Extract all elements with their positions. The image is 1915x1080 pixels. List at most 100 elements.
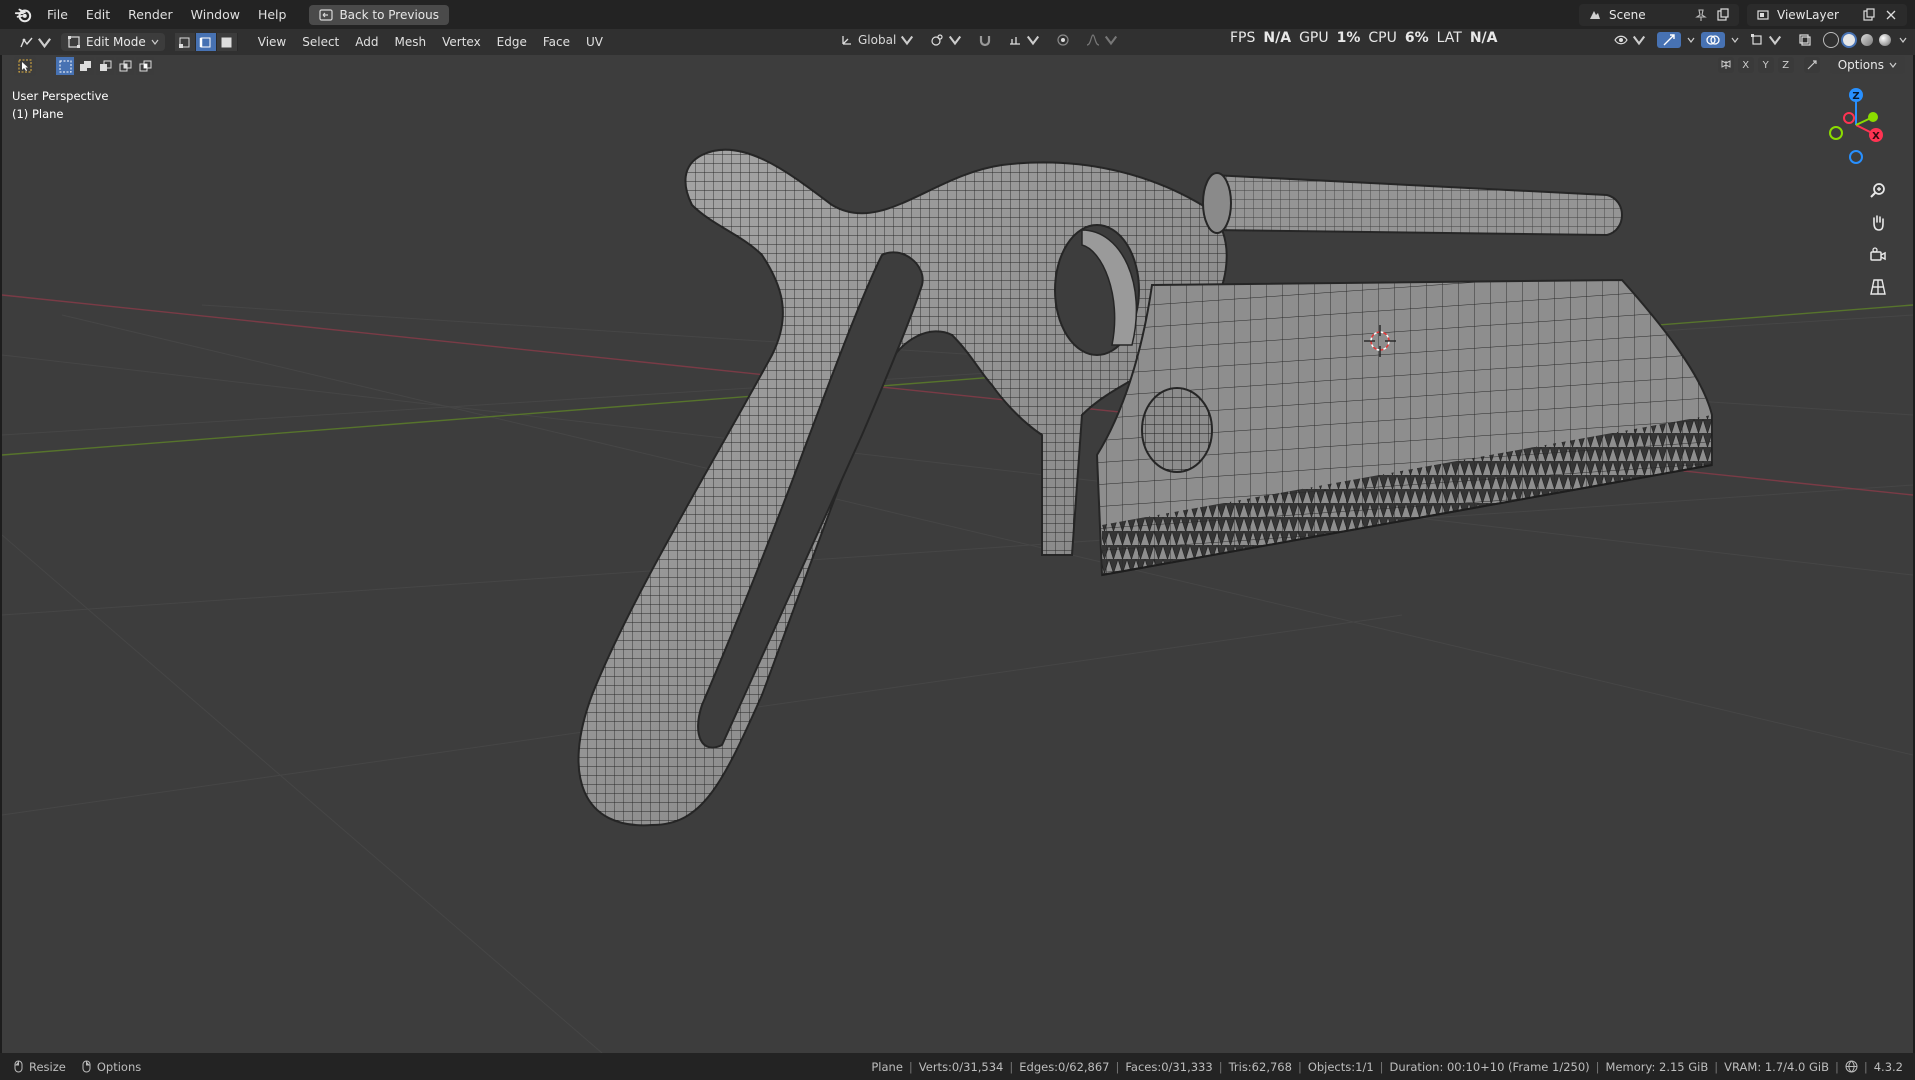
wireframe-shading-button[interactable] xyxy=(1823,32,1839,48)
zoom-button[interactable] xyxy=(1865,179,1891,203)
menu-file[interactable]: File xyxy=(38,4,77,25)
mirror-y-toggle[interactable]: Y xyxy=(1757,57,1774,73)
viewlayer-name[interactable]: ViewLayer xyxy=(1777,8,1855,22)
editor-type-icon xyxy=(20,37,33,47)
stat-tris: Tris:62,768 xyxy=(1228,1059,1292,1074)
pan-button[interactable] xyxy=(1865,211,1891,235)
gizmo-dropdown-chevron-icon[interactable] xyxy=(1687,36,1695,44)
lat-value: N/A xyxy=(1469,30,1498,46)
menu-edge[interactable]: Edge xyxy=(489,32,535,52)
overlays-dropdown-chevron-icon[interactable] xyxy=(1731,36,1739,44)
3d-viewport[interactable]: User Perspective (1) Plane Z X xyxy=(2,55,1913,1053)
options-hint-label: Options xyxy=(96,1059,142,1074)
pivot-dropdown[interactable] xyxy=(925,32,967,48)
menu-window[interactable]: Window xyxy=(182,4,249,25)
cpu-value: 6% xyxy=(1404,30,1429,46)
top-bar: File Edit Render Window Help Back to Pre… xyxy=(0,0,1915,29)
menu-face[interactable]: Face xyxy=(535,32,578,52)
scene-name[interactable]: Scene xyxy=(1609,8,1687,22)
chevron-down-icon xyxy=(1889,62,1897,68)
viewport-info: User Perspective (1) Plane xyxy=(12,87,108,123)
overlays-circles-icon xyxy=(1706,35,1720,45)
scene-selector[interactable]: Scene xyxy=(1579,4,1739,26)
gizmo-z-label: Z xyxy=(1852,91,1859,102)
falloff-curve-icon xyxy=(1087,34,1100,46)
tool-settings-row: X Y Z Options xyxy=(0,55,1915,77)
navigation-gizmo[interactable]: Z X xyxy=(1821,85,1891,165)
camera-view-button[interactable] xyxy=(1865,243,1891,267)
vertex-select-button[interactable] xyxy=(174,33,196,51)
menu-render[interactable]: Render xyxy=(119,4,182,25)
snap-increment-icon xyxy=(1010,37,1021,45)
stat-memory: Memory: 2.15 GiB xyxy=(1605,1059,1709,1074)
chevron-down-icon xyxy=(1632,35,1646,46)
menu-edit[interactable]: Edit xyxy=(77,4,119,25)
mirror-butterfly-icon xyxy=(1721,60,1731,69)
edge-select-button[interactable] xyxy=(195,33,217,51)
perspective-label: User Perspective xyxy=(12,89,109,103)
menu-add[interactable]: Add xyxy=(347,32,386,52)
face-select-icon xyxy=(221,37,232,47)
falloff-dropdown[interactable] xyxy=(1081,32,1123,48)
rendered-shading-button[interactable] xyxy=(1877,32,1893,48)
new-viewlayer-icon[interactable] xyxy=(1861,7,1877,23)
subtract-selection-button[interactable] xyxy=(96,57,114,75)
xray-toggle[interactable] xyxy=(1793,32,1817,48)
overlays-toggle[interactable] xyxy=(1701,32,1725,48)
snap-toggle[interactable] xyxy=(973,32,997,48)
pin-icon[interactable] xyxy=(1693,7,1709,23)
blender-logo-icon[interactable] xyxy=(14,6,32,24)
proportional-edit-toggle[interactable] xyxy=(1051,32,1075,48)
mesh-edit-overlay-dropdown[interactable] xyxy=(1745,32,1787,48)
face-select-button[interactable] xyxy=(216,33,238,51)
menu-view[interactable]: View xyxy=(250,32,294,52)
visibility-dropdown[interactable] xyxy=(1609,32,1651,48)
menu-select[interactable]: Select xyxy=(294,32,347,52)
material-shading-button[interactable] xyxy=(1859,32,1875,48)
menu-vertex[interactable]: Vertex xyxy=(434,32,489,52)
blender-window: File Edit Render Window Help Back to Pre… xyxy=(0,0,1915,1080)
gpu-label: GPU xyxy=(1299,30,1329,46)
solid-shading-button[interactable] xyxy=(1841,32,1857,48)
shading-dropdown-chevron-icon[interactable] xyxy=(1899,36,1907,44)
editor-type-button[interactable] xyxy=(14,33,57,52)
viewlayer-selector[interactable]: ViewLayer xyxy=(1747,4,1907,26)
mirror-options-button[interactable] xyxy=(1717,57,1734,73)
back-to-previous-button[interactable]: Back to Previous xyxy=(309,4,449,25)
chevron-down-icon xyxy=(1105,35,1118,46)
mirror-z-toggle[interactable]: Z xyxy=(1777,57,1794,73)
active-tool-button[interactable] xyxy=(14,56,36,76)
set-new-selection-button[interactable] xyxy=(56,57,74,75)
extend-selection-button[interactable] xyxy=(76,57,94,75)
magnet-icon xyxy=(980,36,991,47)
options-dropdown[interactable]: Options xyxy=(1829,56,1905,74)
resize-label: Resize xyxy=(29,1059,66,1074)
snap-target-dropdown[interactable] xyxy=(1003,32,1045,48)
eye-icon xyxy=(1614,35,1628,45)
gizmo-x-label: X xyxy=(1872,131,1880,142)
mirror-x-toggle[interactable]: X xyxy=(1737,57,1754,73)
invert-selection-button[interactable] xyxy=(116,57,134,75)
select-box-cursor-icon xyxy=(18,59,32,73)
remove-viewlayer-icon[interactable] xyxy=(1883,7,1899,23)
perspective-toggle-button[interactable] xyxy=(1865,275,1891,299)
menu-help[interactable]: Help xyxy=(249,4,296,25)
screen-back-icon xyxy=(319,8,334,21)
new-scene-icon[interactable] xyxy=(1715,7,1731,23)
shading-modes xyxy=(1823,32,1893,48)
menu-mesh[interactable]: Mesh xyxy=(387,32,435,52)
menu-uv[interactable]: UV xyxy=(578,32,611,52)
auto-merge-toggle[interactable] xyxy=(1803,57,1820,73)
mode-selector[interactable]: Edit Mode xyxy=(61,33,165,51)
chevron-down-icon xyxy=(1768,35,1782,46)
active-object-label: (1) Plane xyxy=(12,107,64,121)
scene-icon xyxy=(1587,7,1603,23)
intersect-selection-button[interactable] xyxy=(136,57,154,75)
orientation-dropdown[interactable]: Global xyxy=(835,32,919,48)
globe-icon[interactable] xyxy=(1845,1060,1858,1073)
chevron-down-icon xyxy=(1027,35,1040,46)
fps-value: N/A xyxy=(1263,30,1292,46)
status-keymap-hints: Resize Options xyxy=(12,1060,141,1074)
gizmo-toggle[interactable] xyxy=(1657,32,1681,48)
orientation-axes-icon xyxy=(842,36,851,45)
